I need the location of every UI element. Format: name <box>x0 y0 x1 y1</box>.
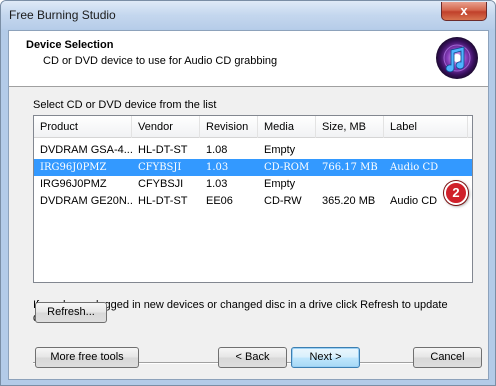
cell-revision: 1.08 <box>206 144 228 156</box>
refresh-button[interactable]: Refresh... <box>35 302 107 323</box>
cell-product: IRG96J0PMZ <box>40 162 107 173</box>
page-subtitle: CD or DVD device to use for Audio CD gra… <box>43 55 278 67</box>
cancel-button[interactable]: Cancel <box>413 347 482 368</box>
column-media[interactable]: Media <box>258 116 316 138</box>
cell-size: 766.17 MB <box>322 162 378 173</box>
next-button[interactable]: Next > <box>291 347 360 368</box>
back-button[interactable]: < Back <box>218 347 287 368</box>
step-badge: 2 <box>444 181 468 205</box>
list-header: Product Vendor Revision Media Size, MB L… <box>34 116 472 138</box>
wizard-header: Device Selection CD or DVD device to use… <box>9 31 488 87</box>
table-row[interactable]: DVDRAM GSA-4... HL-DT-ST 1.08 Empty <box>34 142 472 159</box>
cell-media: CD-ROM <box>264 162 310 173</box>
title-bar[interactable]: Free Burning Studio x <box>1 1 495 29</box>
column-product[interactable]: Product <box>34 116 132 138</box>
cell-media: Empty <box>264 144 296 156</box>
cell-vendor: HL-DT-ST <box>138 195 188 207</box>
page-title: Device Selection <box>26 39 114 51</box>
cell-product: IRG96J0PMZ <box>40 178 107 190</box>
cell-size: 365.20 MB <box>322 195 376 207</box>
music-disc-icon <box>436 37 478 79</box>
table-row[interactable]: DVDRAM GE20N... HL-DT-ST EE06 CD-RW 365.… <box>34 193 472 210</box>
device-list[interactable]: Product Vendor Revision Media Size, MB L… <box>33 115 473 283</box>
column-size[interactable]: Size, MB <box>316 116 384 138</box>
more-free-tools-button[interactable]: More free tools <box>35 347 139 368</box>
column-vendor[interactable]: Vendor <box>132 116 200 138</box>
cell-label: Audio CD <box>390 162 439 173</box>
close-icon: x <box>460 3 468 18</box>
cell-size <box>316 142 384 159</box>
cell-vendor: HL-DT-ST <box>138 144 188 156</box>
cell-revision: 1.03 <box>206 178 228 190</box>
cell-label <box>384 142 468 159</box>
cell-product: DVDRAM GSA-4... <box>40 144 132 156</box>
cell-product: DVDRAM GE20N... <box>40 195 132 207</box>
cell-vendor: CFYBSJI <box>138 162 182 173</box>
column-revision[interactable]: Revision <box>200 116 258 138</box>
table-row-selected[interactable]: IRG96J0PMZ CFYBSJI 1.03 CD-ROM 766.17 MB… <box>34 159 472 176</box>
column-label[interactable]: Label <box>384 116 468 138</box>
cell-size <box>316 176 384 193</box>
table-row[interactable]: IRG96J0PMZ CFYBSJI 1.03 Empty <box>34 176 472 193</box>
app-window: Free Burning Studio x Device Selection C… <box>0 0 496 386</box>
window-title: Free Burning Studio <box>9 8 116 22</box>
cell-media: CD-RW <box>264 195 302 207</box>
cell-revision: 1.03 <box>206 162 229 173</box>
close-button[interactable]: x <box>441 2 487 21</box>
cell-vendor: CFYBSJI <box>138 178 184 190</box>
cell-revision: EE06 <box>206 195 233 207</box>
dialog-client: Device Selection CD or DVD device to use… <box>8 30 489 380</box>
list-caption: Select CD or DVD device from the list <box>33 99 217 111</box>
cell-media: Empty <box>264 178 296 190</box>
